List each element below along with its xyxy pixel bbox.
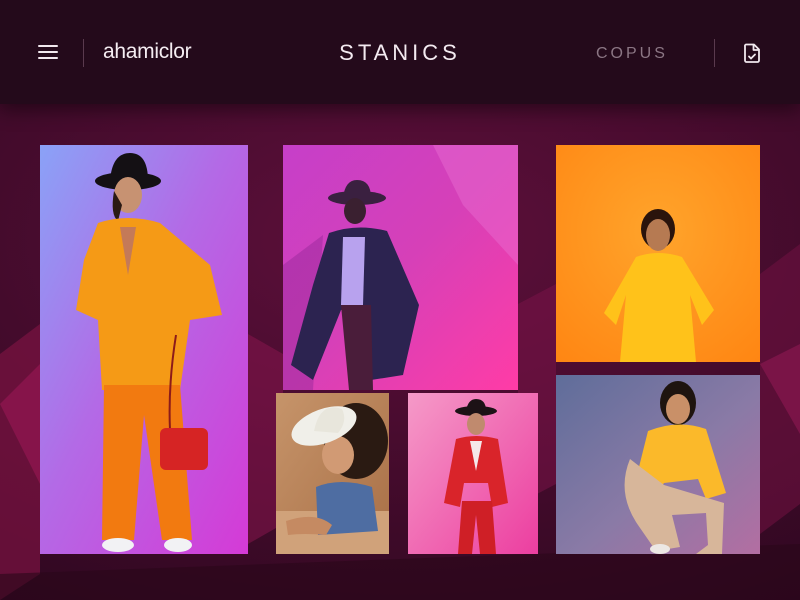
gallery-photo-child-white-hat[interactable] bbox=[276, 393, 389, 554]
gallery-photo-red-suit[interactable] bbox=[408, 393, 538, 554]
gallery-photo-kneeling-yellow[interactable] bbox=[556, 375, 760, 554]
gallery-photo-orange-suit[interactable] bbox=[40, 145, 248, 554]
gallery-photo-yellow-outfit[interactable] bbox=[556, 145, 760, 362]
top-header: ahamiclor STANICS COPUS bbox=[0, 0, 800, 104]
page-title: STANICS bbox=[339, 40, 461, 65]
document-icon[interactable] bbox=[741, 42, 763, 64]
gallery-photo-dark-coat[interactable] bbox=[283, 145, 518, 390]
header-divider bbox=[714, 39, 715, 67]
nav-link-copus[interactable]: COPUS bbox=[596, 45, 668, 63]
